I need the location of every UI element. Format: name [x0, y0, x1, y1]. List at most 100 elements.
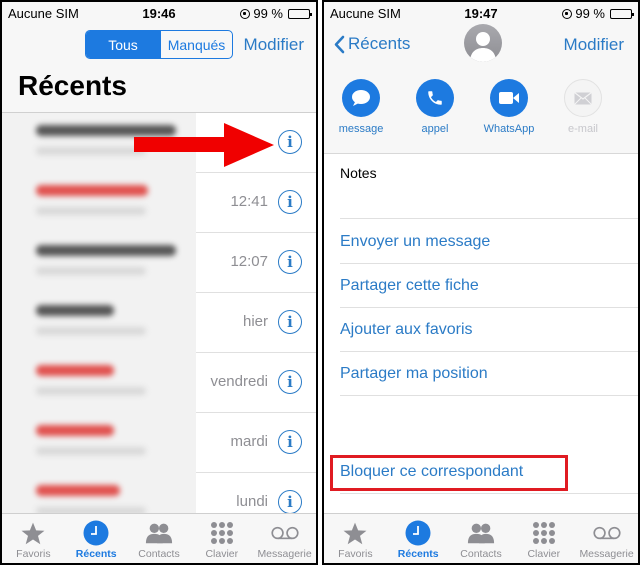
annotation-highlight-box	[330, 455, 568, 491]
call-row[interactable]: 12:07 i	[2, 233, 316, 293]
voicemail-icon	[592, 520, 621, 546]
action-label: e-mail	[568, 123, 598, 135]
call-time: hier	[242, 313, 268, 330]
info-icon[interactable]: i	[278, 250, 302, 274]
battery-icon	[610, 8, 634, 19]
edit-button[interactable]: Modifier	[244, 35, 304, 55]
call-row[interactable]: 12:41 i	[2, 173, 316, 233]
recents-screen: Aucune SIM 19:46 99 % Tous Manqués Modif…	[0, 0, 318, 565]
action-call[interactable]: appel	[416, 79, 454, 135]
contact-name-blurred	[36, 245, 176, 256]
envelope-icon	[574, 91, 592, 105]
call-row[interactable]: mardi i	[2, 413, 316, 473]
call-list: i 12:41 i 12:07 i hier i vendredi i mardi i lundi i	[2, 113, 316, 533]
clock-icon	[404, 520, 432, 546]
annotation-arrow	[134, 123, 274, 167]
chevron-left-icon	[334, 35, 345, 53]
blurred-contact	[2, 293, 196, 353]
tab-bar: Favoris Récents Contacts Clavier Messagerie	[2, 513, 316, 563]
tab-label: Clavier	[527, 548, 561, 560]
divider	[340, 263, 638, 264]
share-location-option[interactable]: Partager ma position	[340, 365, 488, 383]
tab-label: Favoris	[338, 548, 373, 560]
contact-name-blurred	[36, 305, 114, 316]
info-icon[interactable]: i	[278, 370, 302, 394]
tab-messagerie[interactable]: Messagerie	[253, 514, 316, 563]
tab-contacts[interactable]: Contacts	[450, 514, 513, 563]
action-label: appel	[421, 123, 449, 135]
tab-messagerie[interactable]: Messagerie	[575, 514, 638, 563]
call-row[interactable]: vendredi i	[2, 353, 316, 413]
tab-favoris[interactable]: Favoris	[2, 514, 65, 563]
info-icon[interactable]: i	[278, 310, 302, 334]
notes-field[interactable]: Notes	[340, 165, 377, 181]
call-time: vendredi	[210, 373, 268, 390]
tab-clavier[interactable]: Clavier	[512, 514, 575, 563]
back-label: Récents	[348, 34, 411, 53]
call-type-blurred	[36, 207, 146, 215]
call-time: lundi	[236, 493, 268, 510]
add-favorite-option[interactable]: Ajouter aux favoris	[340, 321, 473, 339]
contact-name-blurred	[36, 485, 120, 496]
person-silhouette-icon	[470, 32, 496, 62]
send-message-option[interactable]: Envoyer un message	[340, 233, 490, 251]
contacts-icon	[467, 520, 495, 546]
edit-contact-button[interactable]: Modifier	[564, 35, 624, 55]
tab-favoris[interactable]: Favoris	[324, 514, 387, 563]
contacts-icon	[145, 520, 173, 546]
action-label: WhatsApp	[483, 123, 535, 135]
contact-name-blurred	[36, 425, 114, 436]
tab-label: Messagerie	[579, 548, 634, 560]
phone-icon	[428, 91, 442, 105]
tab-label: Récents	[75, 548, 117, 560]
info-icon[interactable]: i	[278, 130, 302, 154]
info-icon[interactable]: i	[278, 430, 302, 454]
quick-actions: message appel WhatsApp e-mail	[339, 79, 602, 135]
battery-percent: 99 %	[575, 6, 605, 21]
keypad-icon	[208, 520, 236, 546]
back-button[interactable]: Récents	[334, 34, 410, 54]
tab-label: Favoris	[16, 548, 51, 560]
tab-label: Clavier	[205, 548, 239, 560]
call-row[interactable]: hier i	[2, 293, 316, 353]
tab-label: Contacts	[138, 548, 180, 560]
divider	[340, 395, 638, 396]
contact-name-blurred	[36, 185, 148, 196]
action-message[interactable]: message	[339, 79, 383, 135]
tab-rcents[interactable]: Récents	[387, 514, 450, 563]
share-contact-option[interactable]: Partager cette fiche	[340, 277, 479, 295]
info-icon[interactable]: i	[278, 190, 302, 214]
rotation-lock-icon	[562, 8, 573, 19]
info-icon[interactable]: i	[278, 490, 302, 514]
call-type-blurred	[36, 447, 146, 455]
segment-all[interactable]: Tous	[86, 31, 160, 58]
tab-rcents[interactable]: Récents	[65, 514, 128, 563]
blurred-contact	[2, 233, 196, 293]
contact-detail-screen: Aucune SIM 19:47 99 % Récents Modifier m…	[322, 0, 640, 565]
divider	[340, 351, 638, 352]
action-whatsapp[interactable]: WhatsApp	[484, 79, 534, 135]
call-time: mardi	[230, 433, 268, 450]
tab-clavier[interactable]: Clavier	[190, 514, 253, 563]
segment-missed[interactable]: Manqués	[160, 31, 232, 58]
tab-contacts[interactable]: Contacts	[128, 514, 191, 563]
filter-segmented-control: Tous Manqués	[85, 30, 233, 59]
message-bubble-icon	[352, 90, 370, 106]
divider	[340, 493, 638, 494]
call-time: 12:41	[230, 193, 268, 210]
call-type-blurred	[36, 147, 146, 155]
contact-name-blurred	[36, 365, 114, 376]
call-time: 12:07	[230, 253, 268, 270]
status-bar: Aucune SIM 19:46 99 %	[2, 2, 316, 24]
blurred-contact	[2, 173, 196, 233]
blurred-contact	[2, 353, 196, 413]
call-type-blurred	[36, 267, 146, 275]
page-title: Récents	[18, 70, 127, 101]
tab-label: Contacts	[460, 548, 502, 560]
action-label: message	[338, 123, 384, 135]
contact-details: Notes Envoyer un message Partager cette …	[324, 153, 638, 515]
battery-icon	[288, 8, 312, 19]
call-type-blurred	[36, 327, 146, 335]
clock-icon	[82, 520, 110, 546]
divider	[340, 218, 638, 219]
